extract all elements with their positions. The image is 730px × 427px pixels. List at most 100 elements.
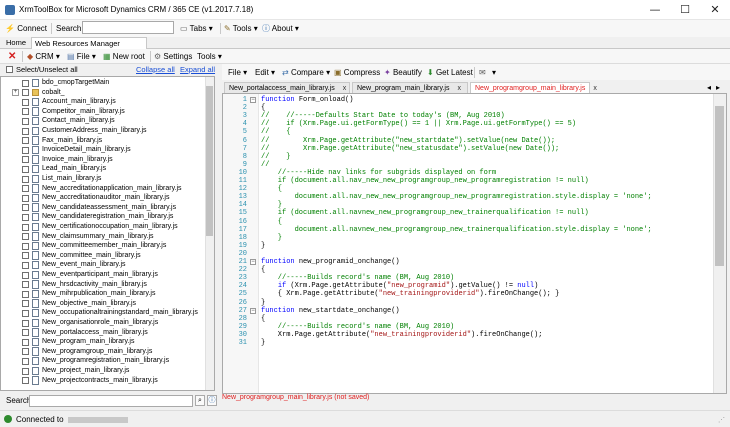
code-line[interactable]: 20	[223, 250, 693, 258]
editor-file-menu[interactable]: File ▾	[228, 66, 247, 79]
tree-item[interactable]: Account_main_library.js	[1, 97, 206, 107]
tree-item[interactable]: New_program_main_library.js	[1, 337, 206, 347]
tree-item[interactable]: New_programgroup_main_library.js	[1, 347, 206, 357]
tree-item-checkbox[interactable]	[22, 165, 29, 173]
tree-item[interactable]: Fax_main_library.js	[1, 136, 206, 146]
tree-item[interactable]: bdo_cmopTargetMain	[1, 78, 206, 88]
tree-item-checkbox[interactable]	[22, 290, 29, 298]
code-line[interactable]: 21− function new_programid_onchange()	[223, 258, 693, 266]
resize-grip-icon[interactable]: ⋰	[718, 416, 726, 424]
tree-item-checkbox[interactable]	[22, 156, 29, 164]
compress-button[interactable]: ▣ Compress	[334, 66, 380, 79]
tree-item[interactable]: New_projectcontracts_main_library.js	[1, 376, 206, 386]
comment-icon[interactable]: ✉	[479, 66, 486, 79]
tree-item[interactable]: New_organisationrole_main_library.js	[1, 318, 206, 328]
code-line[interactable]: 22 {	[223, 266, 693, 274]
tree-item[interactable]: New_mihrpublication_main_library.js	[1, 289, 206, 299]
close-tab-icon[interactable]: x	[343, 85, 347, 92]
tree-item[interactable]: New_claimsummary_main_library.js	[1, 232, 206, 242]
tree-item[interactable]: Competitor_main_library.js	[1, 107, 206, 117]
code-line[interactable]: 11 if (document.all.nav_new_new_programg…	[223, 177, 693, 185]
code-line[interactable]: 13 document.all.nav_new_new_programgroup…	[223, 193, 693, 201]
tree-item[interactable]: Contact_main_library.js	[1, 116, 206, 126]
code-line[interactable]: 28 {	[223, 315, 693, 323]
tree-item-checkbox[interactable]	[22, 300, 29, 308]
tools-menu[interactable]: ✎ Tools ▾	[224, 22, 258, 35]
code-line[interactable]: 9 //	[223, 161, 693, 169]
tree-item[interactable]: List_main_library.js	[1, 174, 206, 184]
code-line[interactable]: 4 // if (Xrm.Page.ui.getFormType() == 1 |…	[223, 120, 693, 128]
code-editor[interactable]: 1− function Form_onload() 2{3// //-----Def…	[222, 93, 727, 394]
tree-item-checkbox[interactable]	[22, 329, 29, 337]
tree-item-checkbox[interactable]	[22, 108, 29, 116]
code-line[interactable]: 14 }	[223, 201, 693, 209]
tree-item[interactable]: New_event_main_library.js	[1, 260, 206, 270]
tree-item-checkbox[interactable]	[22, 309, 29, 317]
tree-item[interactable]: + cobalt_	[1, 88, 206, 98]
editor-tab[interactable]: New_program_main_library.js x	[352, 82, 468, 93]
tab-home[interactable]: Home	[3, 37, 29, 49]
fold-toggle-icon[interactable]: −	[250, 259, 256, 265]
tree-item-checkbox[interactable]	[22, 98, 29, 106]
tree-item[interactable]: Lead_main_library.js	[1, 164, 206, 174]
search-input[interactable]	[82, 21, 174, 34]
tools-dropdown[interactable]: Tools ▾	[197, 50, 222, 63]
tree-scrollbar-thumb[interactable]	[206, 86, 213, 236]
compare-menu[interactable]: ⇄ Compare ▾	[282, 66, 330, 79]
code-line[interactable]: 3 // //-----Defaults Start Date to today'…	[223, 112, 693, 120]
tree-item-checkbox[interactable]	[22, 127, 29, 135]
file-menu[interactable]: ▤ File ▾	[67, 50, 96, 63]
tree-item-checkbox[interactable]	[22, 223, 29, 231]
expand-all-link[interactable]: Expand all	[180, 65, 215, 74]
tree-item-checkbox[interactable]	[22, 233, 29, 241]
tree-item[interactable]: New_objective_main_library.js	[1, 299, 206, 309]
tree-item-checkbox[interactable]	[22, 271, 29, 279]
fold-toggle-icon[interactable]: −	[250, 307, 256, 314]
code-line[interactable]: 23 //-----Builds record's name (BM, Aug …	[223, 274, 693, 282]
new-root-button[interactable]: ▦ New root	[103, 50, 145, 63]
code-line[interactable]: 17 document.all.navnew_new_programgroup_…	[223, 226, 693, 234]
tree-item-checkbox[interactable]	[22, 79, 29, 87]
editor-tab[interactable]: New_portalaccess_main_library.js x	[224, 82, 350, 93]
code-line[interactable]: 24 if (Xrm.Page.getAttribute("new_progra…	[223, 282, 693, 290]
beautify-button[interactable]: ✦ Beautify	[384, 66, 422, 79]
tree-item[interactable]: New_candidateassessment_main_library.js	[1, 203, 206, 213]
tree-item-checkbox[interactable]	[22, 281, 29, 289]
tab-web-resources-manager[interactable]: Web Resources Manager	[31, 37, 147, 59]
connect-button[interactable]: ⚡ Connect	[5, 22, 47, 35]
tree-item[interactable]: New_hrsdcactivity_main_library.js	[1, 280, 206, 290]
tree-item[interactable]: New_programregistration_main_library.js	[1, 356, 206, 366]
tree-item[interactable]: New_committeemember_main_library.js	[1, 241, 206, 251]
close-tab-icon[interactable]: x	[593, 85, 597, 92]
code-line[interactable]: 12 {	[223, 185, 693, 193]
more-menu[interactable]: ▾	[492, 66, 496, 79]
minimize-button[interactable]: —	[640, 0, 670, 20]
select-all-checkbox[interactable]	[6, 66, 13, 73]
tree-item-checkbox[interactable]	[22, 338, 29, 346]
tree-item[interactable]: New_portalaccess_main_library.js	[1, 328, 206, 338]
tree-item-checkbox[interactable]	[22, 367, 29, 375]
crm-menu[interactable]: ◆ CRM ▾	[27, 50, 60, 63]
tree-item-checkbox[interactable]	[22, 137, 29, 145]
code-line[interactable]: 6 // Xrm.Page.getAttribute("new_startdate…	[223, 137, 693, 145]
code-line[interactable]: 30 Xrm.Page.getAttribute("new_trainingpr…	[223, 331, 693, 339]
editor-scrollbar-thumb[interactable]	[715, 106, 724, 266]
search-filter-icon[interactable]: ⌕	[195, 395, 205, 406]
tree-search-input[interactable]	[29, 395, 193, 407]
code-line[interactable]: 2{	[223, 104, 693, 112]
code-line[interactable]: 1− function Form_onload()	[223, 96, 693, 104]
editor-tab[interactable]: New_programgroup_main_library.js x	[470, 82, 597, 93]
settings-button[interactable]: ⚙ Settings	[154, 50, 192, 63]
tree-item[interactable]: New_committee_main_library.js	[1, 251, 206, 261]
tree-item-checkbox[interactable]	[22, 194, 29, 202]
tree-item[interactable]: Invoice_main_library.js	[1, 155, 206, 165]
code-line[interactable]: 16 {	[223, 218, 693, 226]
close-tool-icon[interactable]: ✕	[8, 50, 16, 63]
tree-item[interactable]: New_certificationoccupation_main_library…	[1, 222, 206, 232]
tree-item-checkbox[interactable]	[22, 357, 29, 365]
tree-item[interactable]: CustomerAddress_main_library.js	[1, 126, 206, 136]
code-line[interactable]: 18 }	[223, 234, 693, 242]
code-line[interactable]: 29 //-----Builds record's name (BM, Aug …	[223, 323, 693, 331]
maximize-button[interactable]: ☐	[670, 0, 700, 20]
web-resource-tree[interactable]: bdo_cmopTargetMain + cobalt_ Account_main_l…	[0, 76, 215, 391]
